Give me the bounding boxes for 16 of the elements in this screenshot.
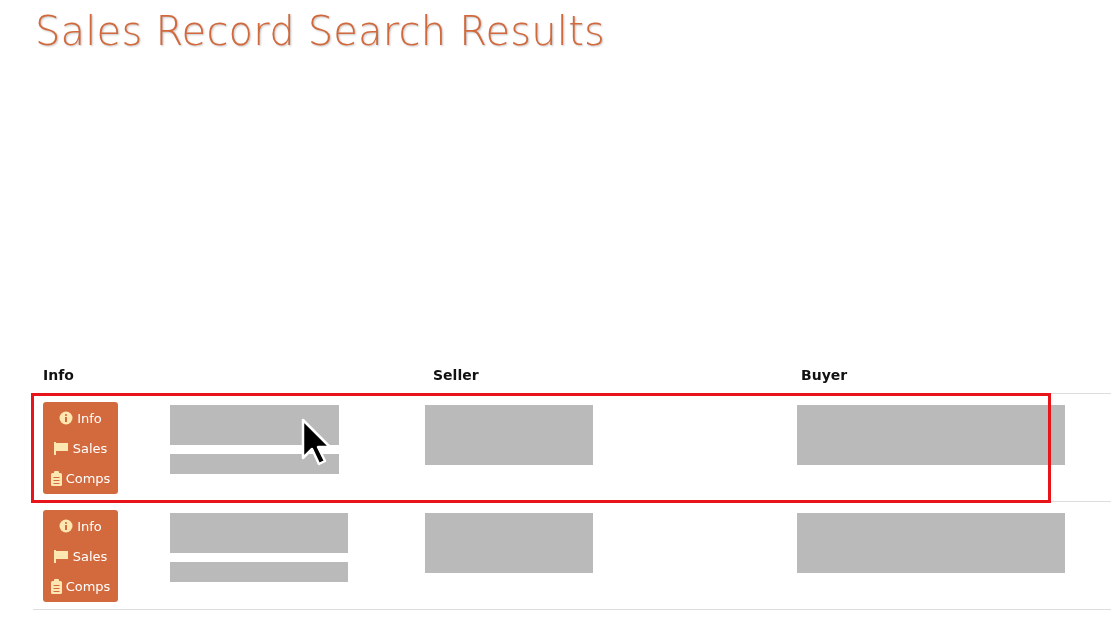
sales-button[interactable]: Sales bbox=[43, 541, 118, 571]
comps-button[interactable]: Comps bbox=[43, 571, 118, 601]
flag-icon bbox=[53, 549, 69, 563]
info-button[interactable]: Info bbox=[43, 511, 118, 541]
column-header: Buyer bbox=[801, 367, 848, 383]
page-title: Sales Record Search Results bbox=[35, 8, 606, 54]
clipboard-icon bbox=[50, 578, 62, 594]
info-button[interactable]: Info bbox=[43, 403, 118, 433]
sales-button[interactable]: Sales bbox=[43, 433, 118, 463]
flag-icon bbox=[53, 441, 69, 455]
column-header: Info bbox=[43, 367, 74, 383]
info-icon bbox=[59, 519, 74, 533]
column-header: Seller bbox=[433, 367, 479, 383]
comps-button[interactable]: Comps bbox=[43, 463, 118, 493]
info-icon bbox=[59, 411, 74, 425]
clipboard-icon bbox=[50, 470, 62, 486]
